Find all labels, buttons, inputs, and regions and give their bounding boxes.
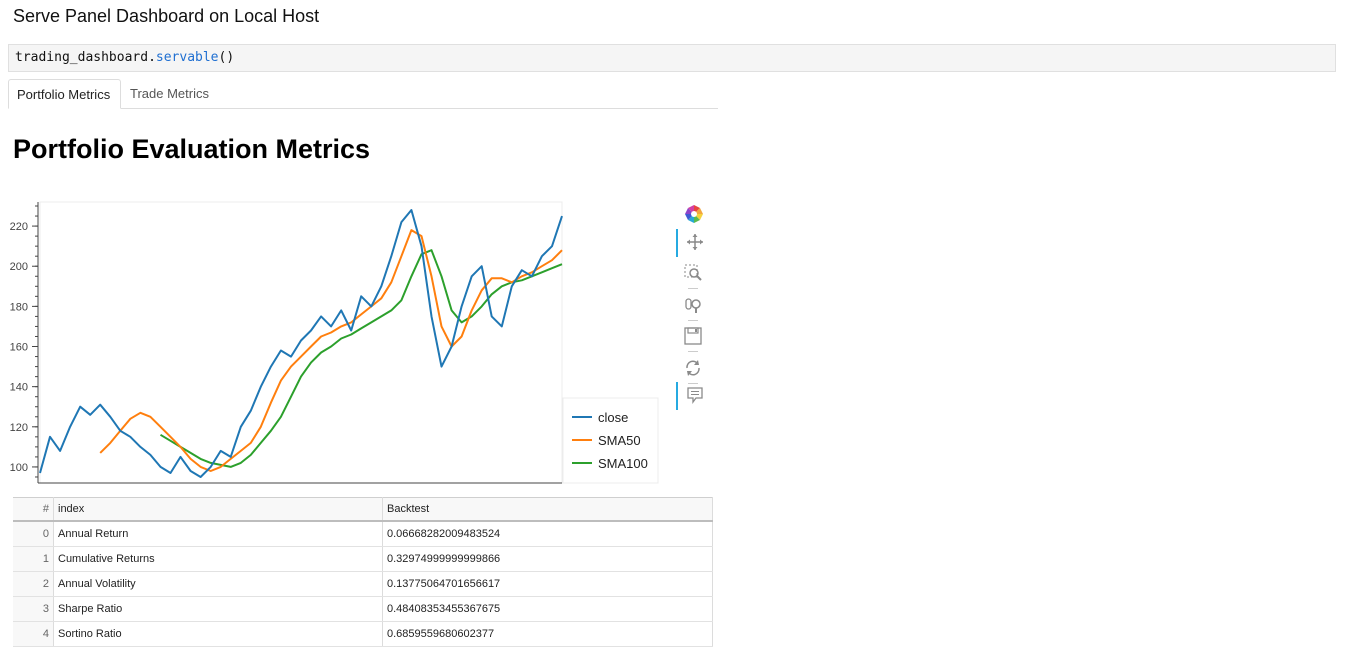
- toolbar-separator: [688, 320, 698, 321]
- table-row[interactable]: 0 Annual Return 0.06668282009483524: [13, 521, 713, 547]
- metric-name: Sharpe Ratio: [53, 596, 383, 622]
- column-header-backtest[interactable]: Backtest: [382, 497, 713, 522]
- tab-portfolio-metrics[interactable]: Portfolio Metrics: [8, 79, 121, 109]
- y-tick-label: 180: [10, 301, 28, 313]
- tab-bar: Portfolio Metrics Trade Metrics: [8, 79, 718, 109]
- metric-name: Annual Return: [53, 521, 383, 547]
- row-number: 2: [13, 571, 54, 597]
- table-row[interactable]: 2 Annual Volatility 0.13775064701656617: [13, 571, 713, 597]
- legend: close SMA50 SMA100: [562, 397, 659, 484]
- price-chart[interactable]: 100 120 140 160 180 200 220 close SMA50 SMA100: [0, 190, 670, 495]
- plot-area: [39, 201, 563, 484]
- metric-name: Annual Volatility: [53, 571, 383, 597]
- metric-value: 0.48408353455367675: [382, 596, 713, 622]
- metric-name: Sortino Ratio: [53, 621, 383, 647]
- column-header-number[interactable]: #: [13, 497, 54, 522]
- table-header-row: # index Backtest: [13, 497, 713, 522]
- row-number: 3: [13, 596, 54, 622]
- code-object: trading_dashboard: [15, 50, 149, 65]
- metric-name: Cumulative Returns: [53, 546, 383, 572]
- code-dot: .: [148, 50, 156, 65]
- page-title: Portfolio Evaluation Metrics: [13, 134, 371, 164]
- legend-label-sma100: SMA100: [598, 456, 648, 471]
- y-tick-label: 140: [10, 382, 28, 394]
- y-tick-label: 220: [10, 221, 28, 233]
- code-parens: (): [218, 50, 235, 65]
- metric-value: 0.13775064701656617: [382, 571, 713, 597]
- y-tick-label: 120: [10, 422, 28, 434]
- bokeh-logo-icon[interactable]: [676, 200, 710, 228]
- y-tick-label: 200: [10, 261, 28, 273]
- column-header-index[interactable]: index: [53, 497, 383, 522]
- legend-label-close: close: [598, 410, 628, 425]
- row-number: 4: [13, 621, 54, 647]
- code-method: servable: [155, 50, 219, 65]
- table-row[interactable]: 1 Cumulative Returns 0.32974999999999866: [13, 546, 713, 572]
- y-tick-label: 160: [10, 342, 28, 354]
- wheel-zoom-icon[interactable]: [676, 292, 710, 320]
- toolbar-separator: [688, 288, 698, 289]
- metric-value: 0.32974999999999866: [382, 546, 713, 572]
- hover-tool-icon[interactable]: [676, 382, 712, 410]
- table-row[interactable]: 4 Sortino Ratio 0.6859559680602377: [13, 621, 713, 647]
- row-number: 0: [13, 521, 54, 547]
- table-row[interactable]: 3 Sharpe Ratio 0.48408353455367675: [13, 596, 713, 622]
- y-tick-label: 100: [10, 462, 28, 474]
- tab-trade-metrics[interactable]: Trade Metrics: [122, 79, 222, 109]
- pan-tool-icon[interactable]: [676, 229, 712, 257]
- reset-icon[interactable]: [676, 355, 710, 383]
- legend-label-sma50: SMA50: [598, 433, 641, 448]
- metric-value: 0.6859559680602377: [382, 621, 713, 647]
- code-cell[interactable]: trading_dashboard.servable(): [8, 44, 1336, 72]
- row-number: 1: [13, 546, 54, 572]
- toolbar-separator: [688, 351, 698, 352]
- box-zoom-icon[interactable]: [676, 260, 710, 288]
- metrics-table: # index Backtest 0 Annual Return 0.06668…: [13, 497, 713, 647]
- metric-value: 0.06668282009483524: [382, 521, 713, 547]
- y-axis: 100 120 140 160 180 200 220: [10, 205, 38, 478]
- save-icon[interactable]: [676, 323, 710, 351]
- page-heading: Serve Panel Dashboard on Local Host: [13, 6, 320, 26]
